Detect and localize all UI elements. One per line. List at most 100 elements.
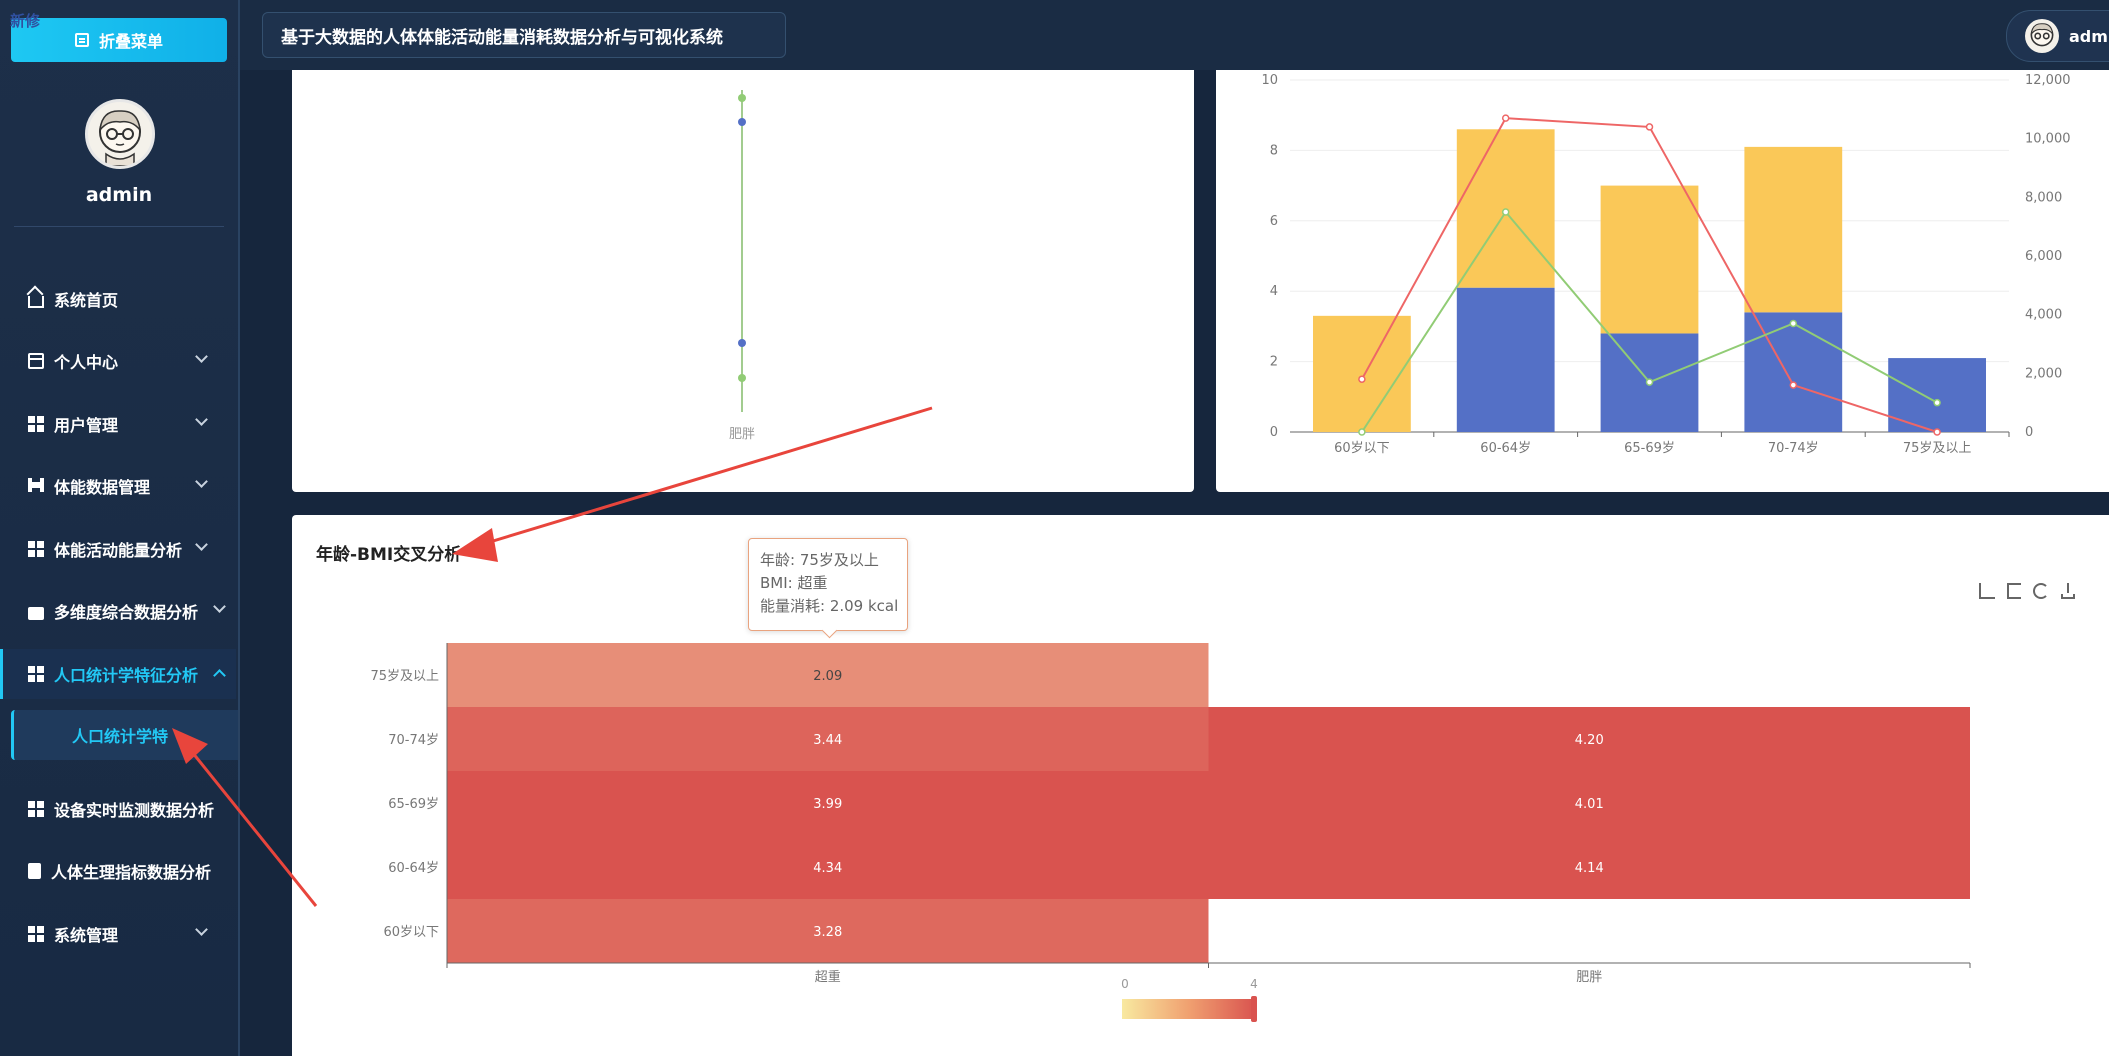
x-tick-label: 75岁及以上 <box>1903 441 1972 456</box>
bar <box>1456 287 1555 432</box>
y2-tick-label: 12,000 <box>2025 73 2071 88</box>
sidebar-username: admin <box>85 184 153 206</box>
chevron-up-icon <box>213 669 226 682</box>
avatar-illustration <box>2030 23 2054 47</box>
heatmap-value-label: 4.34 <box>813 861 842 876</box>
grid-icon <box>28 416 44 432</box>
chevron-down-icon <box>195 350 208 363</box>
y-tick-label: 0 <box>1270 425 1278 440</box>
corner-tag: 新修 <box>10 12 41 30</box>
x-tick-label: 70-74岁 <box>1768 441 1819 456</box>
chart-point[interactable] <box>738 374 746 382</box>
line-point <box>1645 123 1654 131</box>
chart-point[interactable] <box>738 94 746 102</box>
line-point <box>1501 208 1510 216</box>
heatmap-value-label: 3.99 <box>813 797 842 812</box>
bag-icon <box>28 606 44 620</box>
bar <box>1744 146 1843 313</box>
y2-tick-label: 6,000 <box>2025 249 2062 264</box>
visual-map-max-label: 4 <box>1250 977 1258 991</box>
sidebar-divider <box>14 226 224 227</box>
y-tick-label: 4 <box>1270 284 1278 299</box>
sidebar-item-user-management[interactable]: 用户管理 <box>0 399 236 449</box>
heatmap-value-label: 4.01 <box>1575 797 1604 812</box>
y-tick-label: 2 <box>1270 355 1278 370</box>
sidebar-item-personal-center[interactable]: 个人中心 <box>0 336 236 386</box>
collapse-menu-button[interactable]: 折叠菜单 <box>11 18 227 62</box>
sidebar-item-demographics[interactable]: 人口统计学特征分析 <box>0 649 236 699</box>
line-point <box>1358 428 1366 436</box>
sidebar-item-home[interactable]: 系统首页 <box>0 274 236 324</box>
sidebar-item-fitness-data[interactable]: 体能数据管理 <box>0 461 236 511</box>
sidebar-item-energy-analysis[interactable]: 体能活动能量分析 <box>0 524 236 574</box>
line-point <box>1789 319 1798 328</box>
chevron-down-icon <box>213 600 226 613</box>
dumbbell-icon <box>28 478 44 494</box>
chart-tooltip: 年龄: 75岁及以上 BMI: 超重 能量消耗: 2.09 kcal <box>748 538 908 631</box>
visual-map-handle <box>1251 996 1257 1022</box>
clipboard-icon <box>28 863 41 879</box>
line-point <box>1645 378 1654 386</box>
grid-icon <box>28 801 44 817</box>
visual-map-min-label: 0 <box>1121 977 1129 991</box>
y-tick-label: 8 <box>1270 143 1278 158</box>
avatar[interactable] <box>85 99 155 169</box>
y-tick-label: 60岁以下 <box>383 925 439 940</box>
sidebar-item-label: 设备实时监测数据分析 <box>54 801 215 820</box>
chart-panel-top-left: 肥胖 <box>292 70 1194 492</box>
heatmap-chart: 2.09 3.44 4.20 3.99 4.01 4.34 4.14 3.28 60岁以下 60-… <box>370 643 1971 1022</box>
sidebar-item-label: 人体生理指标数据分析 <box>51 863 212 882</box>
tooltip-energy: 能量消耗: 2.09 kcal <box>760 597 899 615</box>
chevron-down-icon <box>195 538 208 551</box>
collapse-menu-label: 折叠菜单 <box>98 32 163 51</box>
boxplot-chart: 肥胖 <box>729 90 755 442</box>
sidebar-item-system-management[interactable]: 系统管理 <box>0 909 236 959</box>
line-point <box>1789 381 1798 389</box>
x-tick-label: 65-69岁 <box>1624 441 1675 456</box>
user-name: adm <box>2069 26 2108 46</box>
card-icon <box>28 353 44 369</box>
x-tick-label: 60-64岁 <box>1480 441 1531 456</box>
chevron-down-icon <box>195 413 208 426</box>
chart-point[interactable] <box>738 118 746 126</box>
sidebar-item-label: 系统管理 <box>54 926 119 945</box>
x-tick-label: 超重 <box>815 969 841 985</box>
watermark: 掘金技术社区 @ 大数据毕设指导师 <box>1696 1004 2082 1032</box>
line-point <box>1501 114 1510 122</box>
sidebar-item-label: 体能数据管理 <box>54 478 151 497</box>
sidebar-item-label: 系统首页 <box>54 291 119 310</box>
line-point <box>1358 375 1366 383</box>
chart-point[interactable] <box>738 339 746 347</box>
stacked-bar-line-chart: 0 2 4 6 8 10 0 2,000 4,000 6,000 8,000 10,000 12,000… <box>1261 73 2071 456</box>
chevron-down-icon <box>195 475 208 488</box>
sidebar-item-device-monitoring[interactable]: 设备实时监测数据分析 <box>0 784 236 834</box>
y-tick-label: 60-64岁 <box>388 861 439 876</box>
x-tick-label: 肥胖 <box>1576 970 1602 985</box>
chart-panel-heatmap: 年龄-BMI交叉分析 2.09 3.44 4.20 3.99 4.01 4.34 4.14 3… <box>292 515 2109 1056</box>
y-tick-label: 10 <box>1261 73 1278 88</box>
heatmap-value-label: 3.44 <box>813 733 842 748</box>
page-title: 基于大数据的人体体能活动能量消耗数据分析与可视化系统 <box>262 12 786 58</box>
heatmap-value-label: 4.14 <box>1575 861 1604 876</box>
y2-tick-label: 0 <box>2025 425 2033 440</box>
sidebar-item-label: 用户管理 <box>54 416 119 435</box>
line-point <box>1933 428 1941 436</box>
x-tick-label: 肥胖 <box>729 427 755 442</box>
visual-map-bar <box>1122 999 1256 1019</box>
tooltip-bmi: BMI: 超重 <box>760 574 828 592</box>
sidebar-item-physiology[interactable]: 人体生理指标数据分析 <box>0 846 236 896</box>
user-menu[interactable]: adm <box>2006 10 2109 62</box>
y-tick-label: 6 <box>1270 214 1278 229</box>
sidebar-item-multidimensional[interactable]: 多维度综合数据分析 <box>0 586 236 636</box>
y2-tick-label: 10,000 <box>2025 132 2071 147</box>
avatar-illustration <box>99 110 141 166</box>
line-point <box>1933 398 1941 407</box>
sidebar-subitem-demographics[interactable]: 人口统计学特 <box>11 710 238 760</box>
y-tick-label: 70-74岁 <box>388 733 439 748</box>
sidebar-item-label: 人口统计学特征分析 <box>54 666 199 685</box>
bar <box>1744 312 1843 432</box>
sidebar-item-label: 体能活动能量分析 <box>54 541 183 560</box>
grid-icon <box>28 541 44 557</box>
bar <box>1600 185 1699 334</box>
y2-tick-label: 2,000 <box>2025 366 2062 381</box>
